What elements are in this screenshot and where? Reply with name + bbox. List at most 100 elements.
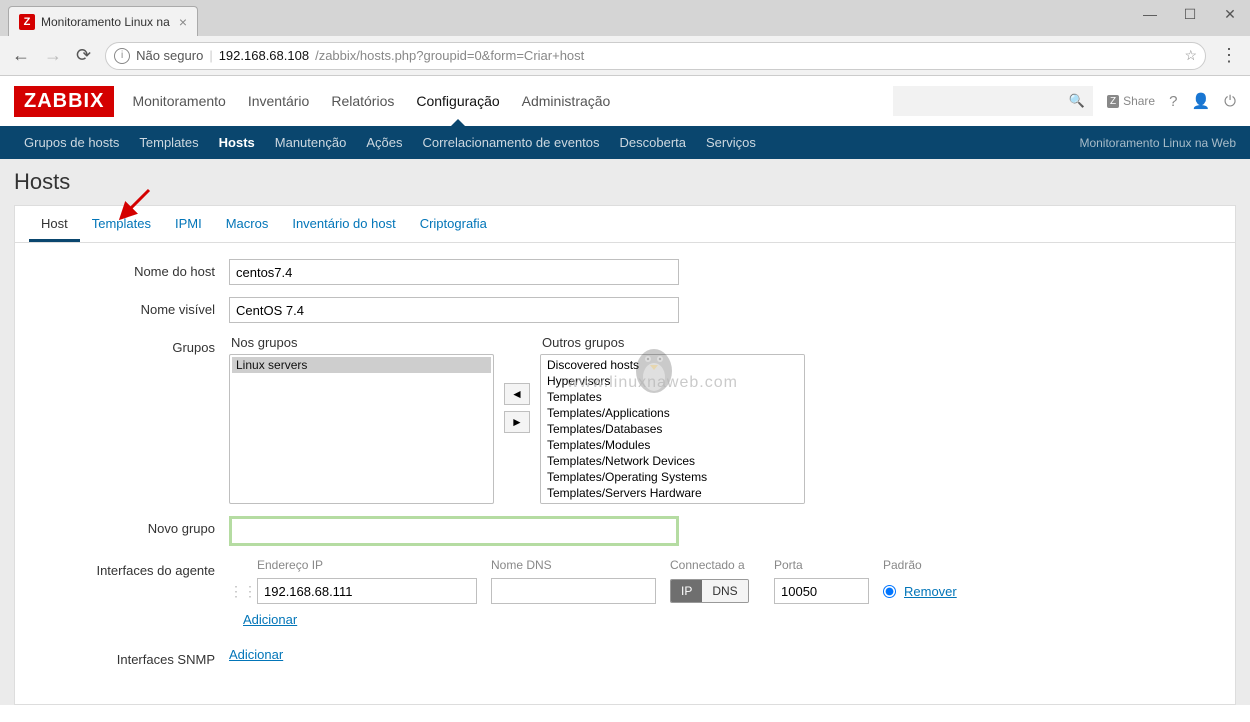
label-in-groups: Nos grupos [231,335,494,350]
share-button[interactable]: ZShare [1107,94,1155,108]
tab-ipmi[interactable]: IPMI [163,206,214,242]
row-visible-name: Nome visível [29,297,1221,323]
interface-port-input[interactable] [774,578,869,604]
toggle-dns[interactable]: DNS [702,580,747,602]
interface-dns-input[interactable] [491,578,656,604]
list-item[interactable]: Templates/Modules [543,437,802,453]
subnav-acoes[interactable]: Ações [356,135,412,150]
bookmark-icon[interactable]: ☆ [1184,47,1197,64]
menu-administracao[interactable]: Administração [522,79,611,123]
drag-handle-icon[interactable]: ⋮⋮ [229,583,243,600]
url-security-label: Não seguro [136,48,203,63]
tab-criptografia[interactable]: Criptografia [408,206,499,242]
list-item[interactable]: Templates/Databases [543,421,802,437]
page-title: Hosts [14,169,1236,195]
row-new-group: Novo grupo [29,516,1221,546]
col-default-header: Padrão [883,558,973,572]
list-item[interactable]: Hypervisors [543,373,802,389]
menu-monitoramento[interactable]: Monitoramento [132,79,225,123]
minimize-icon[interactable]: — [1130,0,1170,28]
tab-templates[interactable]: Templates [80,206,163,242]
menu-relatorios[interactable]: Relatórios [331,79,394,123]
default-interface-radio[interactable] [883,585,896,598]
subnav-templates[interactable]: Templates [129,135,208,150]
config-tabs: Host Templates IPMI Macros Inventário do… [15,206,1235,243]
other-groups-list[interactable]: Discovered hosts Hypervisors Templates T… [540,354,805,504]
menu-configuracao[interactable]: Configuração [416,79,499,123]
sub-nav: Grupos de hosts Templates Hosts Manutenç… [0,126,1250,159]
remove-interface-link[interactable]: Remover [904,584,957,599]
list-item[interactable]: Discovered hosts [543,357,802,373]
url-box[interactable]: i Não seguro | 192.168.68.108/zabbix/hos… [105,42,1206,70]
col-conn-header: Connectado a [670,558,760,572]
subnav-manutencao[interactable]: Manutenção [265,135,357,150]
host-name-input[interactable] [229,259,679,285]
toggle-ip[interactable]: IP [671,580,702,602]
forward-icon: → [44,45,62,66]
page-content: Hosts Host Templates IPMI Macros Inventá… [0,159,1250,705]
list-item[interactable]: Linux servers [232,357,491,373]
user-icon[interactable]: 👤 [1191,92,1210,110]
url-path: /zabbix/hosts.php?groupid=0&form=Criar+h… [315,48,584,63]
col-port-header: Porta [774,558,869,572]
in-groups-list[interactable]: Linux servers [229,354,494,504]
row-snmp-interfaces: Interfaces SNMP Adicionar [29,647,1221,667]
info-icon[interactable]: i [114,48,130,64]
subnav-grupos[interactable]: Grupos de hosts [14,135,129,150]
visible-name-input[interactable] [229,297,679,323]
address-bar: ← → ⟳ i Não seguro | 192.168.68.108/zabb… [0,36,1250,76]
tab-inventario[interactable]: Inventário do host [280,206,407,242]
add-agent-interface-link[interactable]: Adicionar [243,612,297,627]
subnav-trail: Monitoramento Linux na Web [1079,136,1236,150]
subnav-descoberta[interactable]: Descoberta [610,135,696,150]
maximize-icon[interactable]: ☐ [1170,0,1210,28]
search-input[interactable]: 🔍 [893,86,1093,116]
list-item[interactable]: Templates/Servers Hardware [543,485,802,501]
col-ip-header: Endereço IP [257,558,477,572]
browser-tab[interactable]: Z Monitoramento Linux na × [8,6,198,36]
label-new-group: Novo grupo [29,516,229,536]
tab-host[interactable]: Host [29,206,80,242]
connect-to-toggle[interactable]: IP DNS [670,579,749,603]
col-dns-header: Nome DNS [491,558,656,572]
subnav-hosts[interactable]: Hosts [209,135,265,150]
row-groups: Grupos www.linuxnaweb.com Nos grupos Lin… [29,335,1221,504]
reload-icon[interactable]: ⟳ [76,45,91,66]
move-right-button[interactable]: ► [504,411,530,433]
list-item[interactable]: Templates/Applications [543,405,802,421]
label-other-groups: Outros grupos [542,335,805,350]
power-icon[interactable]: ⏻ [1224,93,1236,110]
tab-macros[interactable]: Macros [214,206,281,242]
list-item[interactable]: Templates [543,389,802,405]
close-icon[interactable]: ✕ [1210,0,1250,28]
row-host-name: Nome do host [29,259,1221,285]
browser-menu-icon[interactable]: ⋮ [1220,45,1238,66]
menu-inventario[interactable]: Inventário [248,79,309,123]
back-icon[interactable]: ← [12,45,30,66]
label-host-name: Nome do host [29,259,229,279]
favicon: Z [19,14,35,30]
interface-ip-input[interactable] [257,578,477,604]
subnav-servicos[interactable]: Serviços [696,135,766,150]
browser-chrome: Z Monitoramento Linux na × — ☐ ✕ ← → ⟳ i… [0,0,1250,76]
window-controls: — ☐ ✕ [1130,0,1250,28]
header-right: 🔍 ZShare ? 👤 ⏻ [893,86,1236,116]
new-group-input[interactable] [229,516,679,546]
help-icon[interactable]: ? [1169,93,1177,110]
label-agent-interfaces: Interfaces do agente [29,558,229,578]
add-snmp-interface-link[interactable]: Adicionar [229,647,283,662]
app-header: ZABBIX Monitoramento Inventário Relatóri… [0,76,1250,126]
move-left-button[interactable]: ◄ [504,383,530,405]
list-item[interactable]: Templates/Network Devices [543,453,802,469]
close-icon[interactable]: × [179,14,187,30]
top-menu: Monitoramento Inventário Relatórios Conf… [132,79,610,123]
list-item[interactable]: Templates/Operating Systems [543,469,802,485]
label-groups: Grupos [29,335,229,355]
label-snmp-interfaces: Interfaces SNMP [29,647,229,667]
search-icon[interactable]: 🔍 [1069,93,1085,109]
subnav-correlacionamento[interactable]: Correlacionamento de eventos [412,135,609,150]
list-item[interactable]: Templates/Virtualization [543,501,802,504]
form-panel: Host Templates IPMI Macros Inventário do… [14,205,1236,705]
zabbix-logo[interactable]: ZABBIX [14,86,114,117]
form-body: Nome do host Nome visível Grupos www.lin… [15,243,1235,695]
